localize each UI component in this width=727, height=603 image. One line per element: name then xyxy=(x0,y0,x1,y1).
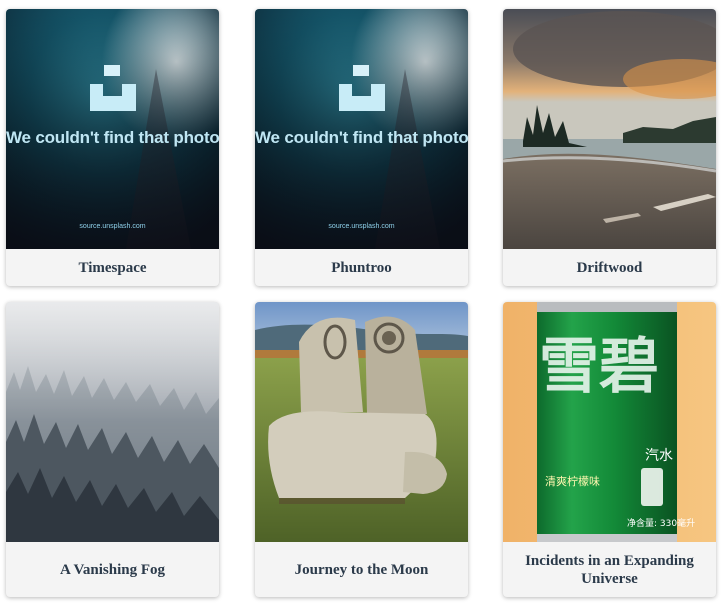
album-card-driftwood[interactable]: Driftwood xyxy=(503,9,716,286)
album-card-timespace[interactable]: We couldn't find that photo source.unspl… xyxy=(6,9,219,286)
can-side-text: 汽水 xyxy=(645,448,673,464)
placeholder-source: source.unsplash.com xyxy=(79,223,146,230)
can-brand-text: 雪碧 xyxy=(539,332,659,402)
can-flavor-text: 清爽柠檬味 xyxy=(545,474,600,488)
album-title[interactable]: Incidents in an Expanding Universe xyxy=(503,542,716,597)
album-cover-image[interactable] xyxy=(6,302,219,542)
album-title[interactable]: Phuntroo xyxy=(255,249,468,286)
album-title[interactable]: A Vanishing Fog xyxy=(6,542,219,597)
unsplash-logo-icon xyxy=(90,65,136,111)
can-volume-text: 净含量: 330毫升 xyxy=(627,517,695,529)
album-cover-image[interactable] xyxy=(503,9,716,249)
album-card-journey-to-the-moon[interactable]: Journey to the Moon xyxy=(255,302,468,597)
album-cover-image[interactable] xyxy=(255,302,468,542)
album-card-phuntroo[interactable]: We couldn't find that photo source.unspl… xyxy=(255,9,468,286)
unsplash-logo-icon xyxy=(339,65,385,111)
album-card-a-vanishing-fog[interactable]: A Vanishing Fog xyxy=(6,302,219,597)
album-grid: We couldn't find that photo source.unspl… xyxy=(0,0,727,603)
album-card-incidents-in-an-expanding-universe[interactable]: 雪碧 清爽柠檬味 汽水 净含量: 330毫升 Incidents in an E… xyxy=(503,302,716,597)
placeholder-message: We couldn't find that photo xyxy=(255,128,468,147)
album-cover-image[interactable]: We couldn't find that photo source.unspl… xyxy=(255,9,468,249)
album-cover-image[interactable]: 雪碧 清爽柠檬味 汽水 净含量: 330毫升 xyxy=(503,302,716,542)
placeholder-message: We couldn't find that photo xyxy=(6,128,219,147)
placeholder-source: source.unsplash.com xyxy=(328,223,395,230)
album-cover-image[interactable]: We couldn't find that photo source.unspl… xyxy=(6,9,219,249)
album-title[interactable]: Journey to the Moon xyxy=(255,542,468,597)
album-title[interactable]: Driftwood xyxy=(503,249,716,286)
album-title[interactable]: Timespace xyxy=(6,249,219,286)
